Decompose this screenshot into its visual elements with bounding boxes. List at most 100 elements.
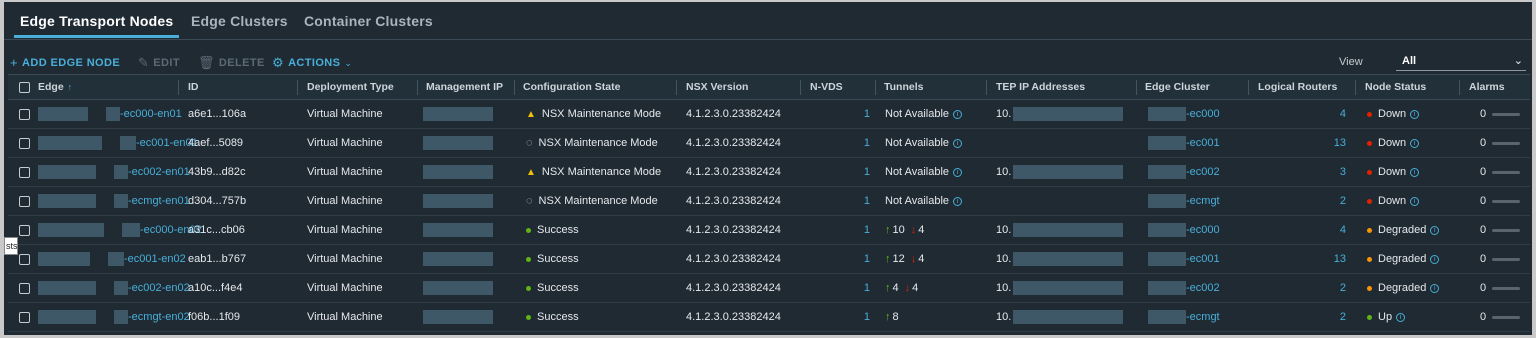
logical-routers-count[interactable]: 13 — [1258, 245, 1346, 273]
edge-cluster-cell[interactable]: -ec000 — [1148, 216, 1220, 244]
edge-cluster-link[interactable]: -ecmgt — [1186, 311, 1220, 323]
edge-name-cell[interactable]: -ec000-en02 — [38, 216, 202, 244]
info-icon[interactable]: i — [1410, 138, 1420, 148]
info-icon[interactable]: i — [1430, 254, 1440, 264]
logical-routers-count[interactable]: 2 — [1258, 303, 1346, 331]
column-header-node-status[interactable]: Node Status — [1365, 75, 1426, 99]
checkbox[interactable] — [19, 311, 30, 323]
nvds-count[interactable]: 1 — [810, 274, 870, 302]
column-header-edge-cluster[interactable]: Edge Cluster — [1145, 75, 1210, 99]
edge-name-link[interactable]: -ec002-en02 — [128, 282, 190, 294]
nvds-count[interactable]: 1 — [810, 129, 870, 157]
edge-name-link[interactable]: -ec001-en02 — [124, 253, 186, 265]
alarms-cell[interactable]: 0 — [1480, 129, 1521, 157]
node-status-cell[interactable]: Down i — [1367, 129, 1420, 157]
column-header-id[interactable]: ID — [188, 75, 199, 99]
table-row[interactable]: -ec002-en02 a10c...f4e4 Virtual Machine Suc… — [8, 274, 1530, 303]
configuration-state-cell[interactable]: Success — [526, 245, 579, 273]
table-row[interactable]: -ec001-en02 eab1...b767 Virtual Machine Suc… — [8, 245, 1530, 274]
node-status-cell[interactable]: Degraded i — [1367, 245, 1440, 273]
node-status-cell[interactable]: Degraded i — [1367, 216, 1440, 244]
nvds-count[interactable]: 1 — [810, 100, 870, 128]
alarms-cell[interactable]: 0 — [1480, 274, 1521, 302]
edge-cluster-link[interactable]: -ec001 — [1186, 253, 1220, 265]
tunnels-up-count[interactable]: 4 — [893, 282, 899, 294]
info-icon[interactable]: i — [953, 138, 963, 148]
checkbox[interactable] — [19, 137, 30, 149]
tunnels-cell[interactable]: ↑ 10 ↓ 4 — [885, 216, 924, 244]
logical-routers-count[interactable]: 2 — [1258, 187, 1346, 215]
tunnels-cell[interactable]: ↑ 12 ↓ 4 — [885, 245, 924, 273]
checkbox[interactable] — [19, 195, 30, 207]
logical-routers-count[interactable]: 3 — [1258, 158, 1346, 186]
configuration-state-cell[interactable]: Success — [526, 303, 579, 331]
node-status-cell[interactable]: Down i — [1367, 158, 1420, 186]
edge-cluster-link[interactable]: -ec002 — [1186, 282, 1220, 294]
checkbox[interactable] — [19, 253, 30, 265]
edge-cluster-link[interactable]: -ec001 — [1186, 137, 1220, 149]
checkbox[interactable] — [19, 224, 30, 236]
row-select[interactable] — [19, 129, 30, 157]
logical-routers-count[interactable]: 4 — [1258, 100, 1346, 128]
row-select[interactable] — [19, 187, 30, 215]
alarms-cell[interactable]: 0 — [1480, 100, 1521, 128]
nvds-count[interactable]: 1 — [810, 158, 870, 186]
configuration-state-cell[interactable]: ▲ NSX Maintenance Mode — [526, 100, 661, 128]
row-select[interactable] — [19, 245, 30, 273]
edge-name-link[interactable]: -ecmgt-en01 — [128, 195, 190, 207]
edge-name-link[interactable]: -ec000-en01 — [120, 108, 182, 120]
edge-cluster-link[interactable]: -ec002 — [1186, 166, 1220, 178]
info-icon[interactable]: i — [1410, 196, 1420, 206]
info-icon[interactable]: i — [1396, 312, 1406, 322]
edge-name-cell[interactable]: -ec001-en02 — [38, 245, 186, 273]
nvds-count[interactable]: 1 — [810, 216, 870, 244]
row-select[interactable] — [19, 303, 30, 331]
edge-cluster-cell[interactable]: -ec002 — [1148, 274, 1220, 302]
tunnels-cell[interactable]: ↑ 4 ↓ 4 — [885, 274, 918, 302]
tunnels-down-count[interactable]: 4 — [912, 282, 918, 294]
row-select[interactable] — [19, 216, 30, 244]
table-row[interactable]: -ecmgt-en01 d304...757b Virtual Machine ◌ NS… — [8, 187, 1530, 216]
configuration-state-cell[interactable]: ◌ NSX Maintenance Mode — [526, 187, 658, 215]
info-icon[interactable]: i — [1410, 167, 1420, 177]
column-header-nsx-version[interactable]: NSX Version — [686, 75, 748, 99]
tunnels-cell[interactable]: Not Available i — [885, 187, 963, 215]
nvds-count[interactable]: 1 — [810, 303, 870, 331]
table-row[interactable]: -ec000-en01 a6e1...106a Virtual Machine ▲ NS… — [8, 100, 1530, 129]
add-edge-node-button[interactable]: + ADD EDGE NODE — [10, 55, 120, 70]
alarms-cell[interactable]: 0 — [1480, 303, 1521, 331]
edge-cluster-link[interactable]: -ec000 — [1186, 224, 1220, 236]
view-select[interactable]: All ⌄ — [1396, 53, 1526, 71]
column-header-tep-ip-addresses[interactable]: TEP IP Addresses — [996, 75, 1085, 99]
tunnels-down-count[interactable]: 4 — [918, 253, 924, 265]
tab-container-clusters[interactable]: Container Clusters — [304, 13, 433, 29]
nvds-count[interactable]: 1 — [810, 245, 870, 273]
node-status-cell[interactable]: Up i — [1367, 303, 1406, 331]
info-icon[interactable]: i — [953, 109, 963, 119]
logical-routers-count[interactable]: 2 — [1258, 274, 1346, 302]
configuration-state-cell[interactable]: ◌ NSX Maintenance Mode — [526, 129, 658, 157]
configuration-state-cell[interactable]: Success — [526, 274, 579, 302]
table-row[interactable]: -ecmgt-en02 f06b...1f09 Virtual Machine Suc… — [8, 303, 1530, 332]
table-row[interactable]: -ec001-en01 4aef...5089 Virtual Machine ◌ NS… — [8, 129, 1530, 158]
edit-button[interactable]: ✎ EDIT — [138, 55, 180, 71]
tab-edge-clusters[interactable]: Edge Clusters — [191, 13, 288, 29]
node-status-cell[interactable]: Down i — [1367, 187, 1420, 215]
logical-routers-count[interactable]: 4 — [1258, 216, 1346, 244]
tunnels-cell[interactable]: Not Available i — [885, 129, 963, 157]
tunnels-down-count[interactable]: 4 — [918, 224, 924, 236]
row-select[interactable] — [19, 158, 30, 186]
edge-name-link[interactable]: -ecmgt-en02 — [128, 311, 190, 323]
checkbox[interactable] — [19, 166, 30, 178]
table-row[interactable]: -ec002-en01 43b9...d82c Virtual Machine ▲ NS… — [8, 158, 1530, 187]
actions-menu-button[interactable]: ⚙ ACTIONS ⌄ — [272, 55, 352, 71]
edge-name-cell[interactable]: -ec002-en02 — [38, 274, 190, 302]
tunnels-cell[interactable]: ↑ 8 — [885, 303, 899, 331]
info-icon[interactable]: i — [1410, 109, 1420, 119]
tunnels-up-count[interactable]: 10 — [893, 224, 905, 236]
info-icon[interactable]: i — [953, 167, 963, 177]
alarms-cell[interactable]: 0 — [1480, 187, 1521, 215]
node-status-cell[interactable]: Down i — [1367, 100, 1420, 128]
info-icon[interactable]: i — [1430, 225, 1440, 235]
edge-name-cell[interactable]: -ec001-en01 — [38, 129, 198, 157]
